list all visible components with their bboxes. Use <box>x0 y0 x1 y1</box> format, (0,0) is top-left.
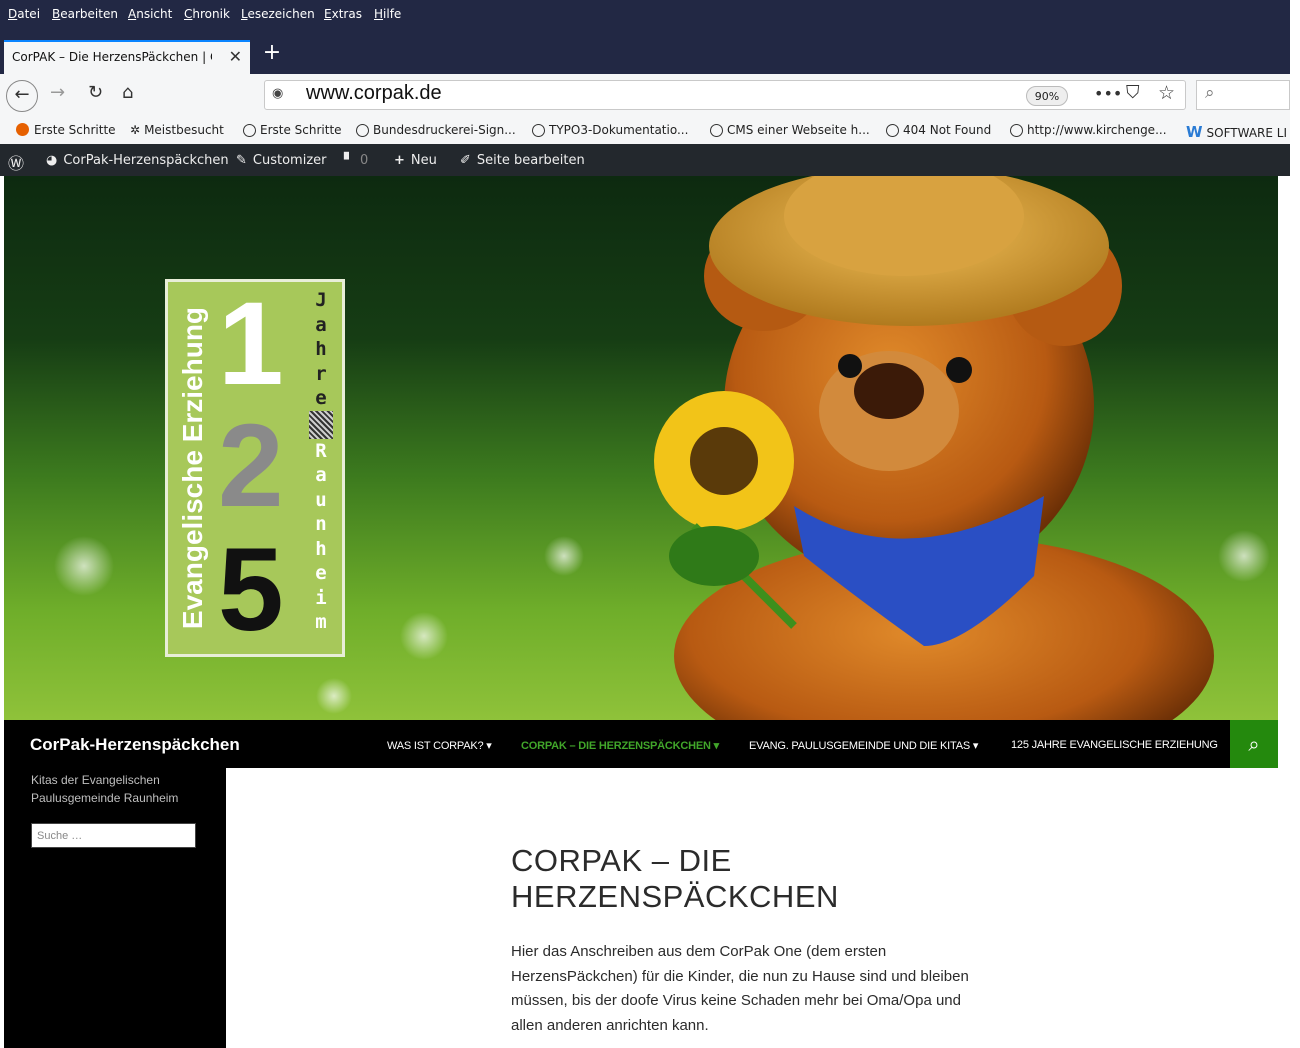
page-title: CORPAK – DIE HERZENSPÄCKCHEN <box>511 843 839 914</box>
anniversary-badge: Evangelische Erziehung 1 2 5 J a h r e R… <box>165 278 345 657</box>
site-title[interactable]: CorPak-Herzenspäckchen <box>30 735 240 755</box>
star-icon[interactable]: ☆ <box>1158 82 1175 104</box>
browser-tab[interactable]: CorPAK – Die HerzensPäckchen | Co ✕ <box>4 40 250 74</box>
qr-code-icon <box>309 410 333 439</box>
close-icon[interactable]: ✕ <box>229 47 242 66</box>
badge-digit-1: 1 <box>218 278 284 410</box>
dashboard-icon: ◕ <box>46 153 58 168</box>
page-paragraph: Hier das Anschreiben aus dem CorPak One … <box>511 943 969 1034</box>
globe-icon <box>1010 124 1023 137</box>
bookmark-item[interactable]: TYPO3-Dokumentatio... <box>532 123 688 137</box>
tab-title: CorPAK – Die HerzensPäckchen | Co <box>12 50 212 64</box>
search-icon: ⌕ <box>1248 732 1260 756</box>
badge-side-letters: J a h r e R a u n h e i m <box>309 288 333 635</box>
url-text[interactable]: www.corpak.de <box>306 82 442 105</box>
plus-icon: + <box>394 153 405 168</box>
badge-digit-2: 2 <box>218 400 284 532</box>
site-description: Kitas der Evangelischen Paulusgemeinde R… <box>31 773 179 805</box>
bookmark-item[interactable]: Bundesdruckerei-Sign... <box>356 123 516 137</box>
menu-chronik[interactable]: Chronik <box>184 7 230 21</box>
w-icon: W <box>1186 123 1203 141</box>
brush-icon: ✎ <box>236 153 247 168</box>
globe-icon <box>886 124 899 137</box>
globe-icon <box>710 124 723 137</box>
reload-icon[interactable]: ↻ <box>88 82 103 103</box>
globe-icon <box>356 124 369 137</box>
wp-customizer-link[interactable]: ✎ Customizer <box>236 153 327 168</box>
bookmark-item[interactable]: 404 Not Found <box>886 123 991 137</box>
wp-comments-link[interactable]: ▘ 0 <box>344 153 368 168</box>
header-image: Evangelische Erziehung 1 2 5 J a h r e R… <box>4 176 1278 720</box>
nav-125-jahre[interactable]: 125 JAHRE EVANGELISCHE ERZIEHUNG <box>1011 739 1218 751</box>
menu-bearbeiten[interactable]: Bearbeiten <box>52 7 118 21</box>
menu-lesezeichen[interactable]: Lesezeichen <box>241 7 315 21</box>
bookmark-item[interactable]: W SOFTWARE LI <box>1186 123 1287 141</box>
menu-datei[interactable]: Datei <box>8 7 40 21</box>
nav-corpak-herzenspaeckchen[interactable]: CORPAK – DIE HERZENSPÄCKCHEN ▾ <box>521 739 719 752</box>
wp-site-link[interactable]: ◕ CorPak-Herzenspäckchen <box>46 153 229 168</box>
wordpress-icon[interactable]: Ⓦ <box>8 150 24 174</box>
wp-admin-bar: Ⓦ ◕ CorPak-Herzenspäckchen ✎ Customizer ▘ 0… <box>0 144 1290 176</box>
menu-ansicht[interactable]: Ansicht <box>128 7 172 21</box>
bookmark-item[interactable]: Erste Schritte <box>243 123 342 137</box>
shield-icon[interactable]: ◉ <box>272 86 283 101</box>
search-toggle-button[interactable]: ⌕ <box>1230 720 1278 768</box>
bookmark-item[interactable]: ✲ Meistbesucht <box>130 123 224 137</box>
comment-icon: ▘ <box>344 153 354 168</box>
wp-new-link[interactable]: + Neu <box>394 153 437 168</box>
more-icon[interactable]: ••• <box>1094 84 1122 103</box>
menu-hilfe[interactable]: Hilfe <box>374 7 401 21</box>
gear-icon: ✲ <box>130 123 141 137</box>
bookmark-item[interactable]: http://www.kirchenge... <box>1010 123 1167 137</box>
bookmark-item[interactable]: CMS einer Webseite h... <box>710 123 870 137</box>
nav-paulusgemeinde[interactable]: EVANG. PAULUSGEMEINDE UND DIE KITAS ▾ <box>749 739 978 752</box>
search-icon: ⌕ <box>1205 83 1215 103</box>
new-tab-icon[interactable]: + <box>260 40 284 65</box>
caret-down-icon: ▾ <box>486 740 492 752</box>
pencil-icon: ✐ <box>460 153 471 168</box>
firefox-icon <box>16 123 29 136</box>
nav-was-ist-corpak[interactable]: WAS IST CORPAK? ▾ <box>387 739 492 752</box>
bookmark-item[interactable]: Erste Schritte <box>16 123 116 137</box>
globe-icon <box>243 124 256 137</box>
menu-extras[interactable]: Extras <box>324 7 362 21</box>
forward-icon[interactable]: → <box>50 82 65 103</box>
sidebar-search-input[interactable] <box>31 823 196 848</box>
caret-down-icon: ▾ <box>713 740 720 752</box>
pocket-icon[interactable]: ⛉ <box>1126 82 1140 103</box>
zoom-badge[interactable]: 90% <box>1026 86 1068 106</box>
home-icon[interactable]: ⌂ <box>122 82 133 103</box>
badge-digit-5: 5 <box>218 524 284 656</box>
menu-bar: Datei Bearbeiten Ansicht Chronik Lesezei… <box>0 0 1290 30</box>
wp-edit-page-link[interactable]: ✐ Seite bearbeiten <box>460 153 585 168</box>
bookmarks-toolbar: Erste Schritte ✲ Meistbesucht Erste Schri… <box>0 116 1290 144</box>
sidebar <box>4 768 226 1048</box>
back-icon[interactable]: ← <box>6 80 38 112</box>
globe-icon <box>532 124 545 137</box>
caret-down-icon: ▾ <box>972 740 979 752</box>
badge-vertical-text: Evangelische Erziehung <box>177 306 208 630</box>
